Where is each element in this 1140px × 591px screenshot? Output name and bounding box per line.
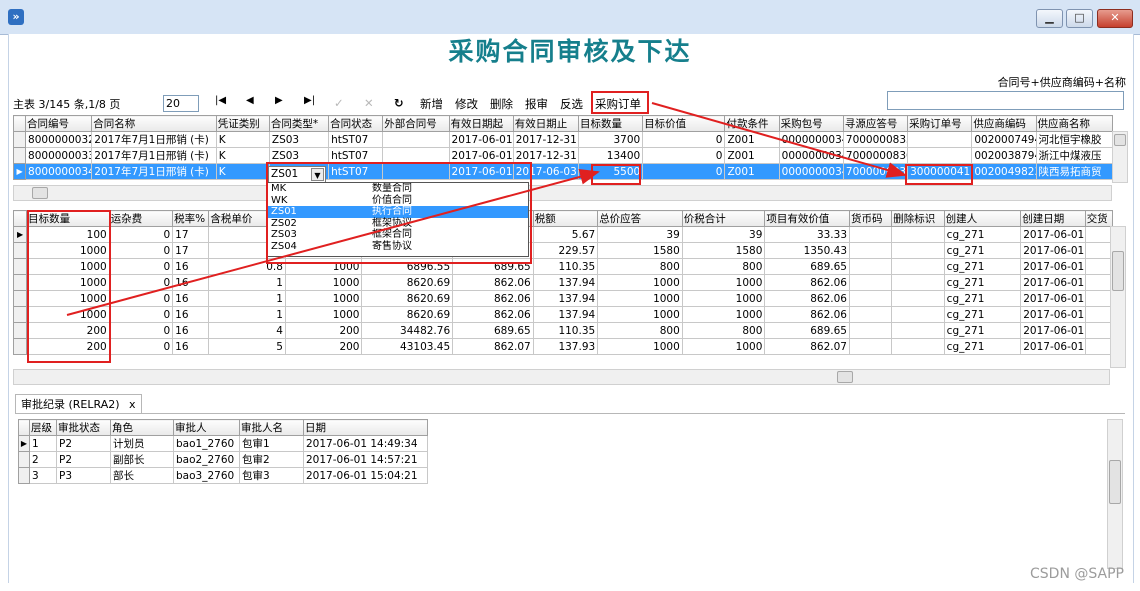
column-header[interactable]: 审批状态 <box>56 419 111 436</box>
table-cell[interactable]: 副部长 <box>110 451 174 468</box>
table-cell[interactable]: P2 <box>56 435 111 452</box>
table-cell[interactable]: 包审1 <box>239 435 304 452</box>
table-cell[interactable]: 包审3 <box>239 467 304 484</box>
table-cell[interactable]: bao2_2760 <box>173 451 240 468</box>
table-cell[interactable]: P3 <box>56 467 111 484</box>
table-cell[interactable]: bao1_2760 <box>173 435 240 452</box>
table-cell[interactable]: 2017-06-01 14:49:34 <box>303 435 428 452</box>
approval-vertical-scrollbar[interactable] <box>1107 419 1123 569</box>
table-cell[interactable]: bao3_2760 <box>173 467 240 484</box>
table-cell[interactable]: P2 <box>56 451 111 468</box>
arrow-to-target-qty <box>66 168 600 316</box>
arrow-to-po-number <box>651 102 907 178</box>
table-cell[interactable]: 2017-06-01 15:04:21 <box>303 467 428 484</box>
table-cell[interactable]: 1 <box>29 435 57 452</box>
table-cell[interactable]: 3 <box>29 467 57 484</box>
table-cell[interactable]: 部长 <box>110 467 174 484</box>
watermark: CSDN @SAPP <box>1030 566 1124 582</box>
table-row[interactable]: 2 P2 副部长 bao2_2760 包审2 2017-06-01 14:57:21 <box>18 451 428 468</box>
table-cell[interactable]: 2017-06-01 14:57:21 <box>303 451 428 468</box>
table-cell[interactable]: 2 <box>29 451 57 468</box>
row-indicator[interactable] <box>18 467 30 484</box>
approval-table: 层级 审批状态 角色 审批人 审批人名 日期 ▶ 1 P2 计划员 bao1_2760 包审1 201… <box>18 419 428 484</box>
column-header[interactable]: 层级 <box>29 419 57 436</box>
row-indicator[interactable]: ▶ <box>18 435 30 452</box>
tab-approval-label: 审批纪录 (RELRA2) <box>21 398 120 411</box>
table-cell[interactable]: 包审2 <box>239 451 304 468</box>
annotation-arrows <box>66 102 907 316</box>
column-header[interactable]: 角色 <box>110 419 174 436</box>
tab-approval-record[interactable]: 审批纪录 (RELRA2) x <box>15 394 142 414</box>
table-cell[interactable]: 计划员 <box>110 435 174 452</box>
table-row[interactable]: 3 P3 部长 bao3_2760 包审3 2017-06-01 15:04:21 <box>18 467 428 484</box>
column-header[interactable]: 日期 <box>303 419 428 436</box>
row-indicator[interactable] <box>18 451 30 468</box>
tab-close-icon[interactable]: x <box>129 398 136 411</box>
approval-vscroll-thumb[interactable] <box>1109 460 1121 504</box>
row-indicator-header <box>18 419 30 436</box>
column-header[interactable]: 审批人 <box>173 419 240 436</box>
tab-divider <box>15 413 1125 414</box>
column-header[interactable]: 审批人名 <box>239 419 304 436</box>
table-row[interactable]: ▶ 1 P2 计划员 bao1_2760 包审1 2017-06-01 14:49:34 <box>18 435 428 452</box>
